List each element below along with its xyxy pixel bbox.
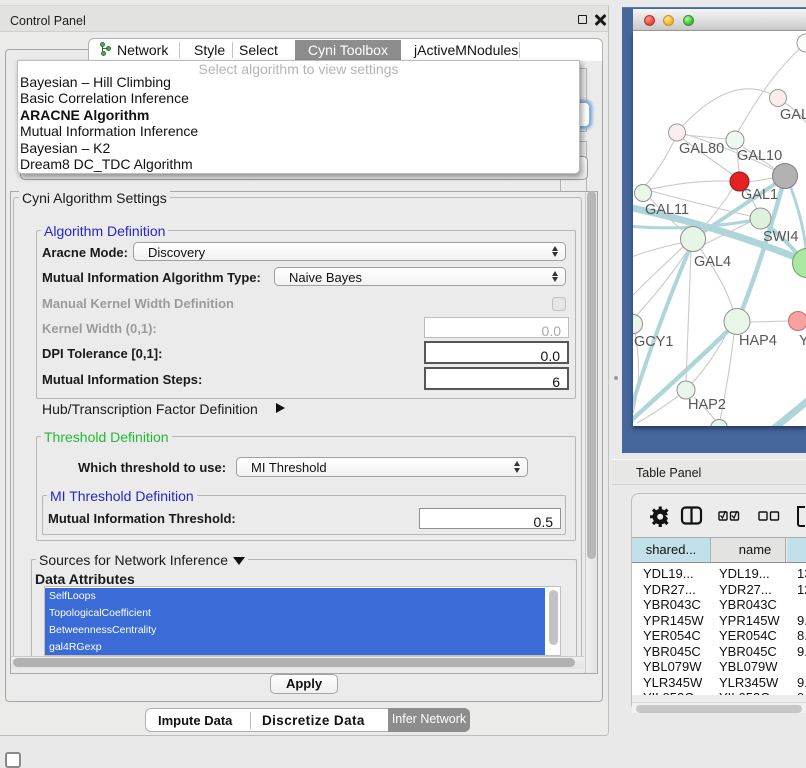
- svg-text:GAL10: GAL10: [737, 148, 782, 164]
- svg-text:Y: Y: [799, 333, 806, 349]
- svg-text:GAL1: GAL1: [741, 187, 778, 203]
- svg-text:SWI4: SWI4: [763, 229, 798, 245]
- svg-text:GAL11: GAL11: [645, 202, 689, 218]
- svg-text:GAL7: GAL7: [780, 107, 806, 123]
- svg-text:GAL80: GAL80: [679, 141, 724, 157]
- svg-text:HAP2: HAP2: [688, 397, 726, 413]
- svg-text:GAL4: GAL4: [694, 254, 731, 270]
- svg-text:HAP4: HAP4: [739, 333, 777, 349]
- svg-text:GCY1: GCY1: [634, 334, 674, 350]
